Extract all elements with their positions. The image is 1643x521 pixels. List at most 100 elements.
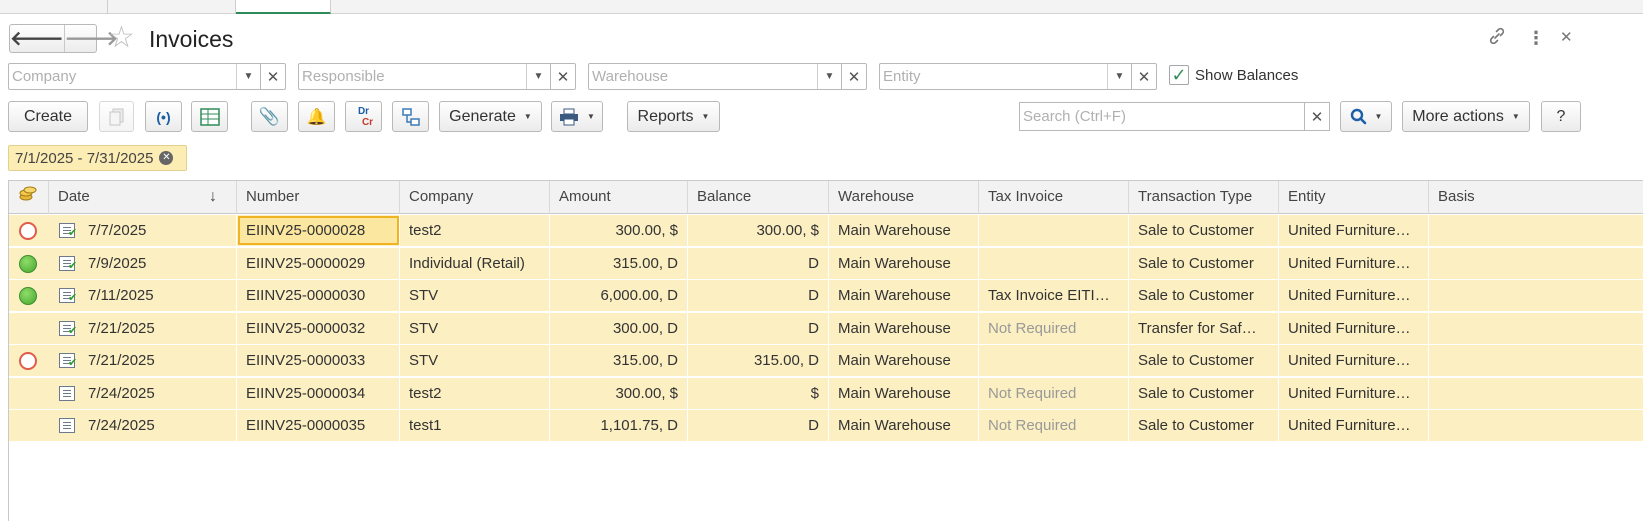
favorite-star-icon[interactable]: ☆ (108, 22, 135, 54)
cell-date[interactable]: 7/24/2025 (79, 377, 237, 410)
cell-warehouse[interactable]: Main Warehouse (829, 247, 979, 280)
cell-entity[interactable]: United Furniture… (1279, 312, 1429, 345)
company-clear-icon[interactable]: ✕ (260, 64, 285, 89)
cell-warehouse[interactable]: Main Warehouse (829, 345, 979, 377)
column-header-entity[interactable]: Entity (1279, 181, 1429, 214)
cell-amount[interactable]: 300.00, $ (550, 377, 688, 410)
cell-amount[interactable]: 300.00, D (550, 312, 688, 345)
cell-company[interactable]: STV (400, 280, 550, 312)
cell-date[interactable]: 7/11/2025 (79, 280, 237, 312)
cell-entity[interactable]: United Furniture… (1279, 215, 1429, 247)
cell-transaction-type[interactable]: Sale to Customer (1129, 280, 1279, 312)
cell-transaction-type[interactable]: Sale to Customer (1129, 247, 1279, 280)
attach-button[interactable]: 📎 (251, 101, 288, 132)
more-actions-button[interactable]: More actions ▼ (1402, 101, 1530, 132)
tab-invoices-active[interactable] (236, 0, 331, 14)
journal-button[interactable] (191, 101, 228, 132)
copy-button[interactable] (99, 101, 134, 132)
cell-transaction-type[interactable]: Sale to Customer (1129, 215, 1279, 247)
cell-date[interactable]: 7/9/2025 (79, 247, 237, 280)
search-clear-icon[interactable]: ✕ (1304, 103, 1329, 130)
cell-transaction-type[interactable]: Sale to Customer (1129, 410, 1279, 442)
cell-company[interactable]: Individual (Retail) (400, 247, 550, 280)
cell-amount[interactable]: 315.00, D (550, 247, 688, 280)
table-row[interactable]: 7/11/2025EIINV25-0000030STV6,000.00, DDM… (9, 280, 1643, 312)
structure-button[interactable] (392, 101, 429, 132)
warehouse-clear-icon[interactable]: ✕ (841, 64, 866, 89)
debit-credit-button[interactable]: Dr Cr (345, 101, 382, 132)
cell-basis[interactable] (1429, 280, 1643, 312)
cell-warehouse[interactable]: Main Warehouse (829, 410, 979, 442)
cell-company[interactable]: test1 (400, 410, 550, 442)
warehouse-filter-input[interactable]: Warehouse (589, 64, 817, 89)
more-vertical-icon[interactable]: ⋮ (1527, 26, 1545, 50)
period-clear-icon[interactable]: ✕ (159, 151, 174, 165)
cell-warehouse[interactable]: Main Warehouse (829, 280, 979, 312)
show-balances-label[interactable]: Show Balances (1195, 65, 1298, 87)
cell-basis[interactable] (1429, 378, 1643, 410)
column-header-balance[interactable]: Balance (688, 181, 829, 214)
show-balances-checkbox[interactable]: ✓ (1169, 65, 1189, 85)
cell-date[interactable]: 7/7/2025 (79, 215, 237, 247)
cell-balance[interactable]: D (688, 410, 829, 442)
cell-number[interactable]: EIINV25-0000032 (237, 312, 400, 345)
table-row[interactable]: 7/9/2025EIINV25-0000029Individual (Retai… (9, 247, 1643, 280)
cell-tax-invoice[interactable]: Not Required (979, 410, 1129, 442)
cell-tax-invoice[interactable]: Not Required (979, 312, 1129, 345)
warehouse-dropdown-icon[interactable]: ▼ (817, 64, 841, 89)
cell-entity[interactable]: United Furniture… (1279, 345, 1429, 377)
column-header-tax-invoice[interactable]: Tax Invoice (979, 181, 1129, 214)
cell-entity[interactable]: United Furniture… (1279, 247, 1429, 280)
cell-number[interactable]: EIINV25-0000029 (237, 247, 400, 280)
cell-balance[interactable]: D (688, 280, 829, 312)
responsible-clear-icon[interactable]: ✕ (550, 64, 575, 89)
period-filter-chip[interactable]: 7/1/2025 - 7/31/2025 ✕ (8, 145, 187, 171)
cell-balance[interactable]: $ (688, 377, 829, 410)
column-header-company[interactable]: Company (400, 181, 550, 214)
column-header-number[interactable]: Number (237, 181, 400, 214)
cell-tax-invoice[interactable]: Not Required (979, 377, 1129, 410)
cell-tax-invoice[interactable] (979, 345, 1129, 377)
help-button[interactable]: ? (1541, 101, 1581, 132)
company-filter-input[interactable]: Company (9, 64, 236, 89)
cell-number[interactable]: EIINV25-0000028 (237, 215, 400, 247)
table-row[interactable]: 7/24/2025 EIINV25-0000034 test2 300.00, $ $ M… (9, 377, 1643, 410)
cell-balance[interactable]: D (688, 312, 829, 345)
table-row[interactable]: 7/7/2025EIINV25-0000028test2300.00, $300… (9, 215, 1643, 247)
cell-basis[interactable] (1429, 215, 1643, 247)
generate-button[interactable]: Generate ▼ (439, 101, 542, 132)
cell-company[interactable]: test2 (400, 377, 550, 410)
cell-basis[interactable] (1429, 313, 1643, 345)
cell-amount[interactable]: 315.00, D (550, 345, 688, 377)
link-icon[interactable] (1487, 26, 1507, 50)
company-dropdown-icon[interactable]: ▼ (236, 64, 260, 89)
cell-tax-invoice[interactable] (979, 215, 1129, 247)
cell-warehouse[interactable]: Main Warehouse (829, 377, 979, 410)
cell-basis[interactable] (1429, 345, 1643, 377)
table-row[interactable]: 7/21/2025EIINV25-0000032STV300.00, DDMai… (9, 312, 1643, 345)
search-input[interactable]: Search (Ctrl+F) (1020, 103, 1304, 130)
entity-filter-input[interactable]: Entity (880, 64, 1107, 89)
cell-basis[interactable] (1429, 248, 1643, 280)
cell-transaction-type[interactable]: Sale to Customer (1129, 377, 1279, 410)
responsible-dropdown-icon[interactable]: ▼ (526, 64, 550, 89)
cell-tax-invoice[interactable]: Tax Invoice EITI… (979, 280, 1129, 312)
print-button[interactable]: ▼ (551, 101, 603, 132)
cell-date[interactable]: 7/24/2025 (79, 410, 237, 442)
cell-entity[interactable]: United Furniture… (1279, 410, 1429, 442)
cell-warehouse[interactable]: Main Warehouse (829, 215, 979, 247)
cell-balance[interactable]: 300.00, $ (688, 215, 829, 247)
column-header-warehouse[interactable]: Warehouse (829, 181, 979, 214)
cell-company[interactable]: test2 (400, 215, 550, 247)
entity-dropdown-icon[interactable]: ▼ (1107, 64, 1131, 89)
tab-previous-2[interactable] (108, 0, 236, 14)
cell-balance[interactable]: 315.00, D (688, 345, 829, 377)
post-button[interactable]: (•) (145, 101, 182, 132)
table-row[interactable]: 7/21/2025EIINV25-0000033STV315.00, D315.… (9, 345, 1643, 377)
cell-number[interactable]: EIINV25-0000030 (237, 280, 400, 312)
find-button[interactable]: ▼ (1340, 101, 1392, 132)
cell-amount[interactable]: 6,000.00, D (550, 280, 688, 312)
reminder-button[interactable]: 🔔 (298, 101, 335, 132)
cell-company[interactable]: STV (400, 345, 550, 377)
column-header-transaction-type[interactable]: Transaction Type (1129, 181, 1279, 214)
